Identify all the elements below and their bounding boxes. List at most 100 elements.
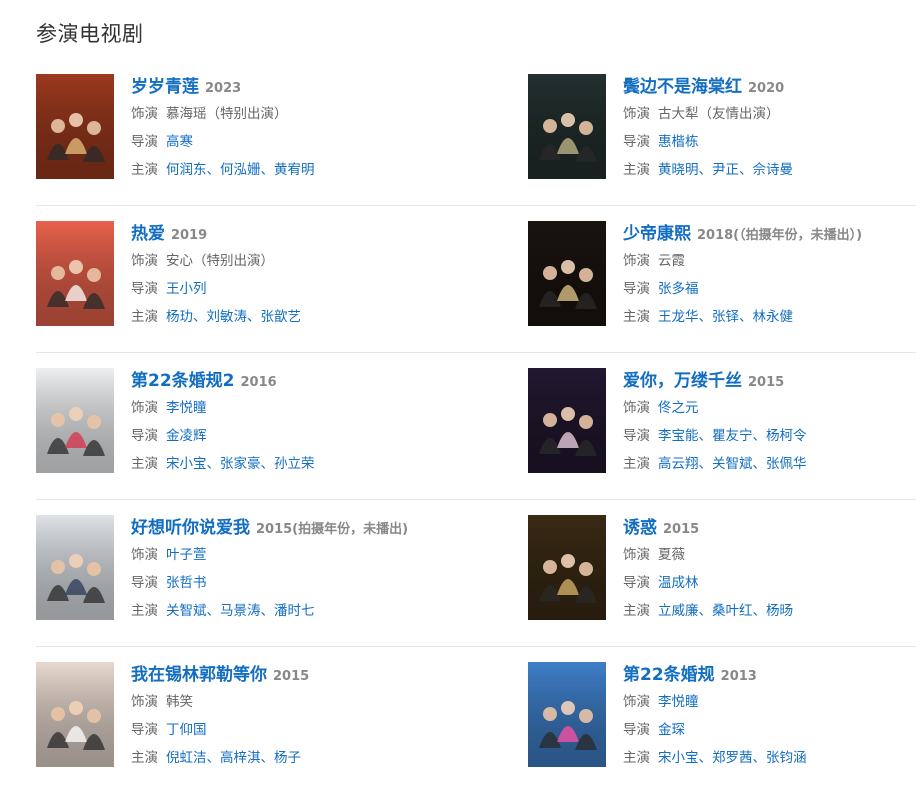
star-link[interactable]: 刘敏涛 xyxy=(207,309,248,325)
director-link[interactable]: 温成林 xyxy=(658,575,699,591)
poster-image[interactable] xyxy=(528,515,606,620)
star-link[interactable]: 杨旸 xyxy=(766,603,793,619)
star-link[interactable]: 何润东 xyxy=(166,162,207,178)
star-link[interactable]: 孙立荣 xyxy=(274,456,315,472)
star-link[interactable]: 杨子 xyxy=(274,750,301,766)
star-link[interactable]: 立威廉 xyxy=(658,603,699,619)
star-link[interactable]: 宋小宝 xyxy=(658,750,699,766)
star-link[interactable]: 郑罗茜 xyxy=(712,750,753,766)
star-link[interactable]: 何泓姗 xyxy=(220,162,261,178)
star-link[interactable]: 张家豪 xyxy=(220,456,261,472)
director-link[interactable]: 金琛 xyxy=(658,722,685,738)
drama-title-link[interactable]: 岁岁青莲 xyxy=(131,77,199,97)
drama-row: 岁岁青莲 2023 饰演 慕海瑶（特别出演） 导演 高寒 主演 何润东、何泓姗、黄宥明 鬓边不是… xyxy=(36,74,916,221)
drama-year: 2020 xyxy=(748,81,785,96)
star-link[interactable]: 关智斌 xyxy=(166,603,207,619)
title-line: 我在锡林郭勒等你 2015 xyxy=(131,662,461,688)
row-divider xyxy=(36,499,916,500)
director-link[interactable]: 王小列 xyxy=(166,281,207,297)
director-link[interactable]: 张哲书 xyxy=(166,575,207,591)
star-link[interactable]: 林永健 xyxy=(753,309,794,325)
role-label: 饰演 xyxy=(131,547,158,563)
title-line: 岁岁青莲 2023 xyxy=(131,74,461,100)
role-line: 饰演 叶子萱 xyxy=(131,541,461,569)
poster-image[interactable] xyxy=(36,74,114,179)
separator: 、 xyxy=(698,309,713,325)
drama-title-link[interactable]: 第22条婚规 xyxy=(623,665,715,685)
drama-year: 2015(拍摄年份，未播出) xyxy=(256,522,409,537)
stars-label: 主演 xyxy=(623,603,650,619)
poster-image[interactable] xyxy=(36,368,114,473)
row-divider xyxy=(36,352,916,353)
director-link[interactable]: 丁仰国 xyxy=(166,722,207,738)
drama-info: 诱惑 2015 饰演 夏薇 导演 温成林 主演 立威廉、桑叶红、杨旸 xyxy=(623,515,916,625)
star-link[interactable]: 佘诗曼 xyxy=(753,162,794,178)
drama-title-link[interactable]: 诱惑 xyxy=(623,518,657,538)
separator: 、 xyxy=(752,603,767,619)
star-link[interactable]: 杨玏 xyxy=(166,309,193,325)
director-line: 导演 李宝能、瞿友宁、杨柯令 xyxy=(623,422,916,450)
drama-title-link[interactable]: 第22条婚规2 xyxy=(131,371,235,391)
star-link[interactable]: 潘时七 xyxy=(274,603,315,619)
director-link[interactable]: 高寒 xyxy=(166,134,193,150)
director-link[interactable]: 瞿友宁 xyxy=(712,428,753,444)
star-link[interactable]: 高梓淇 xyxy=(220,750,261,766)
star-link[interactable]: 张歆艺 xyxy=(261,309,302,325)
stars-line: 主演 宋小宝、郑罗茜、张钧涵 xyxy=(623,744,916,772)
drama-title-link[interactable]: 爱你，万缕千丝 xyxy=(623,371,742,391)
stars-label: 主演 xyxy=(623,750,650,766)
poster-image[interactable] xyxy=(36,662,114,767)
star-link[interactable]: 张铎 xyxy=(712,309,739,325)
separator: 、 xyxy=(247,309,261,325)
director-link[interactable]: 惠楷栋 xyxy=(658,134,699,150)
stars-line: 主演 王龙华、张铎、林永健 xyxy=(623,303,916,331)
role-name: 安心（特别出演） xyxy=(166,253,274,269)
drama-title-link[interactable]: 我在锡林郭勒等你 xyxy=(131,665,267,685)
poster-artwork xyxy=(528,74,606,179)
drama-item: 热爱 2019 饰演 安心（特别出演） 导演 王小列 主演 杨玏、刘敏涛、张歆艺 xyxy=(36,221,456,326)
star-link[interactable]: 高云翔 xyxy=(658,456,699,472)
drama-title-link[interactable]: 热爱 xyxy=(131,224,165,244)
role-label: 饰演 xyxy=(623,694,650,710)
stars-line: 主演 倪虹洁、高梓淇、杨子 xyxy=(131,744,461,772)
star-link[interactable]: 关智斌 xyxy=(712,456,753,472)
director-link[interactable]: 张多福 xyxy=(658,281,699,297)
director-line: 导演 张多福 xyxy=(623,275,916,303)
poster-image[interactable] xyxy=(528,74,606,179)
stars-label: 主演 xyxy=(131,750,158,766)
star-link[interactable]: 倪虹洁 xyxy=(166,750,207,766)
poster-image[interactable] xyxy=(528,662,606,767)
role-label: 饰演 xyxy=(623,547,650,563)
role-name-link[interactable]: 李悦瞳 xyxy=(166,400,207,416)
role-name-link[interactable]: 李悦瞳 xyxy=(658,694,699,710)
drama-row: 第22条婚规2 2016 饰演 李悦瞳 导演 金凌辉 主演 宋小宝、张家豪、孙立荣 爱你，万缕千… xyxy=(36,368,916,515)
title-line: 鬓边不是海棠红 2020 xyxy=(623,74,916,100)
role-label: 饰演 xyxy=(623,106,650,122)
separator: 、 xyxy=(260,603,275,619)
star-link[interactable]: 马景涛 xyxy=(220,603,261,619)
poster-image[interactable] xyxy=(36,515,114,620)
role-line: 饰演 韩笑 xyxy=(131,688,461,716)
star-link[interactable]: 张钧涵 xyxy=(766,750,807,766)
director-link[interactable]: 李宝能 xyxy=(658,428,699,444)
director-link[interactable]: 杨柯令 xyxy=(766,428,807,444)
star-link[interactable]: 张佩华 xyxy=(766,456,807,472)
star-link[interactable]: 宋小宝 xyxy=(166,456,207,472)
poster-image[interactable] xyxy=(36,221,114,326)
drama-info: 鬓边不是海棠红 2020 饰演 古大犁（友情出演） 导演 惠楷栋 主演 黄晓明、尹正、佘诗曼 xyxy=(623,74,916,184)
star-link[interactable]: 尹正 xyxy=(712,162,739,178)
star-link[interactable]: 黄晓明 xyxy=(658,162,699,178)
star-link[interactable]: 黄宥明 xyxy=(274,162,315,178)
drama-title-link[interactable]: 少帝康熙 xyxy=(623,224,691,244)
drama-title-link[interactable]: 鬓边不是海棠红 xyxy=(623,77,742,97)
role-name-link[interactable]: 佟之元 xyxy=(658,400,699,416)
star-link[interactable]: 王龙华 xyxy=(658,309,699,325)
poster-image[interactable] xyxy=(528,221,606,326)
drama-item: 鬓边不是海棠红 2020 饰演 古大犁（友情出演） 导演 惠楷栋 主演 黄晓明、尹正、佘诗曼 xyxy=(528,74,916,179)
star-link[interactable]: 桑叶红 xyxy=(712,603,753,619)
drama-title-link[interactable]: 好想听你说爱我 xyxy=(131,518,250,538)
role-name-link[interactable]: 叶子萱 xyxy=(166,547,207,563)
poster-image[interactable] xyxy=(528,368,606,473)
stars-line: 主演 黄晓明、尹正、佘诗曼 xyxy=(623,156,916,184)
director-link[interactable]: 金凌辉 xyxy=(166,428,207,444)
